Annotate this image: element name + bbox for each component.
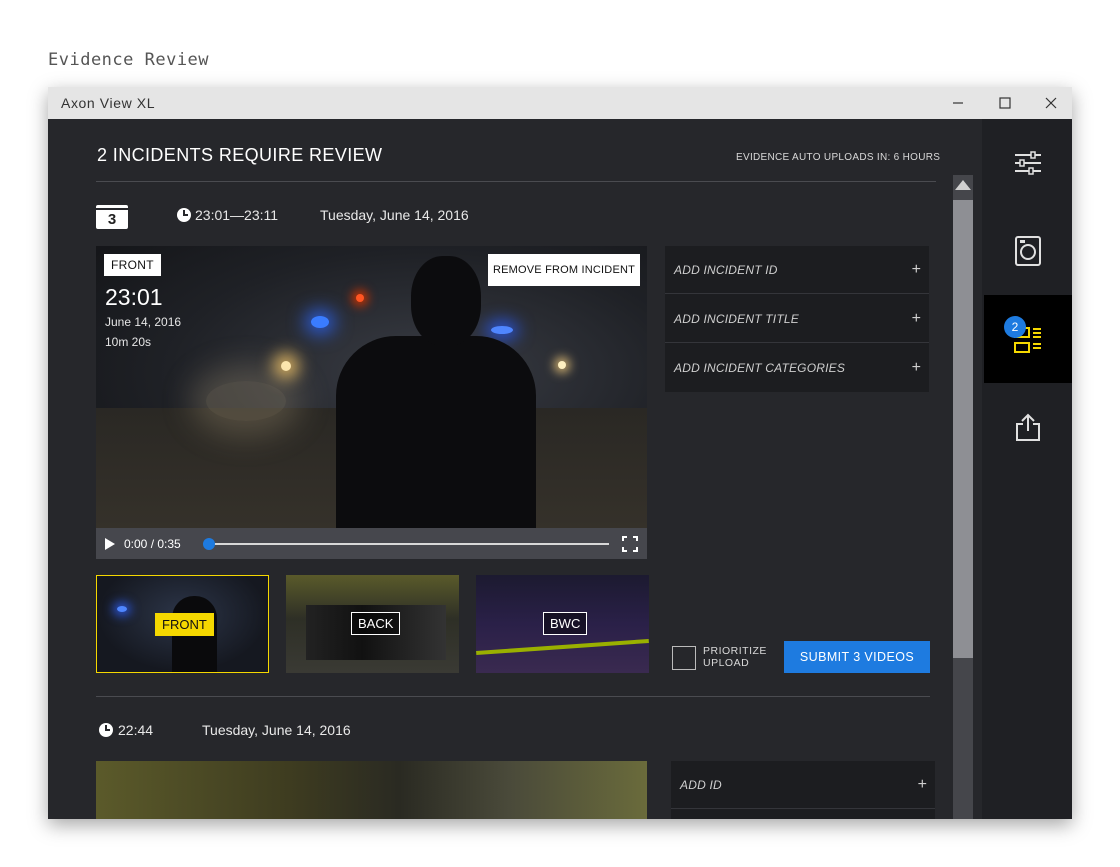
add-incident-id-row[interactable]: ADD INCIDENT ID +: [665, 246, 929, 294]
progress-knob[interactable]: [203, 538, 215, 550]
police-light: [117, 606, 127, 612]
video-duration: 10m 20s: [105, 335, 152, 349]
camera-tag: FRONT: [104, 254, 161, 276]
police-light: [356, 294, 364, 302]
incident-metadata-panel: ADD INCIDENT ID + ADD INCIDENT TITLE + A…: [665, 246, 929, 392]
add-incident-title-label: ADD INCIDENT TITLE: [674, 311, 799, 326]
video-controls: 0:00 / 0:35: [96, 528, 647, 559]
thumbnail-label-back: BACK: [351, 612, 401, 635]
sidebar-item-incidents[interactable]: 2: [984, 295, 1072, 383]
headlight: [558, 361, 566, 369]
incident2-metadata-panel: ADD ID +: [671, 761, 935, 819]
thumbnail-label-front: FRONT: [155, 613, 214, 636]
headlight: [281, 361, 291, 371]
camera-icon: [1015, 236, 1041, 266]
sidebar-item-camera[interactable]: [984, 207, 1072, 295]
thumbnail-bwc[interactable]: BWC: [476, 575, 649, 673]
police-light: [491, 326, 513, 334]
clock-icon: [177, 208, 191, 222]
play-icon[interactable]: [105, 538, 115, 550]
person-silhouette: [336, 336, 536, 528]
incident2-video-preview[interactable]: [96, 761, 647, 819]
review-content: 2 INCIDENTS REQUIRE REVIEW EVIDENCE AUTO…: [48, 119, 982, 819]
video-date: June 14, 2016: [105, 315, 182, 329]
plus-icon[interactable]: +: [912, 310, 921, 328]
police-light: [311, 316, 329, 328]
title-bar: Axon View XL: [48, 87, 1072, 119]
video-count: 3: [107, 211, 117, 228]
close-button[interactable]: [1041, 93, 1061, 113]
plus-icon[interactable]: +: [912, 261, 921, 279]
maximize-button[interactable]: [995, 93, 1015, 113]
page-heading: Evidence Review: [48, 50, 210, 70]
time-readout: 0:00 / 0:35: [124, 537, 181, 551]
sidebar: 2: [982, 119, 1072, 819]
share-icon: [1016, 413, 1040, 441]
submit-videos-button[interactable]: SUBMIT 3 VIDEOS: [784, 641, 930, 673]
incident-time-range: 23:01—23:11: [195, 207, 279, 223]
add-incident-categories-row[interactable]: ADD INCIDENT CATEGORIES +: [665, 344, 929, 392]
prioritize-upload-checkbox[interactable]: [672, 646, 696, 670]
add-id-label: ADD ID: [680, 777, 722, 792]
incident2-date: Tuesday, June 14, 2016: [202, 722, 351, 738]
minimize-button[interactable]: [948, 93, 968, 113]
thumbnail-front[interactable]: FRONT: [96, 575, 269, 673]
plus-icon[interactable]: +: [918, 776, 927, 794]
incident2-time: 22:44: [118, 722, 154, 738]
tape-line: [476, 638, 649, 656]
plus-icon[interactable]: +: [912, 359, 921, 377]
video-count-calendar-icon: 3: [96, 205, 128, 229]
thumbnail-back[interactable]: BACK: [286, 575, 459, 673]
minimize-icon: [953, 102, 963, 104]
add-incident-title-row[interactable]: ADD INCIDENT TITLE +: [665, 295, 929, 343]
fullscreen-icon[interactable]: [622, 536, 638, 552]
video-time: 23:01: [105, 284, 163, 310]
sliders-icon: [1015, 151, 1041, 175]
remove-from-incident-button[interactable]: REMOVE FROM INCIDENT: [488, 254, 640, 286]
window-title: Axon View XL: [61, 95, 156, 111]
page-title: 2 INCIDENTS REQUIRE REVIEW: [97, 145, 383, 165]
clock-icon: [99, 723, 113, 737]
person-silhouette-head: [411, 256, 481, 346]
add-id-row[interactable]: ADD ID +: [671, 761, 935, 809]
app-window: Axon View XL 2 INCIDENTS REQUIRE REVIEW …: [48, 87, 1072, 819]
header-divider: [96, 181, 936, 182]
auto-upload-notice: EVIDENCE AUTO UPLOADS IN: 6 HOURS: [736, 152, 941, 163]
add-incident-categories-label: ADD INCIDENT CATEGORIES: [674, 361, 846, 375]
incident-date: Tuesday, June 14, 2016: [320, 207, 469, 223]
maximize-icon: [999, 97, 1011, 109]
add-incident-id-label: ADD INCIDENT ID: [674, 262, 778, 277]
close-icon: [1045, 97, 1057, 109]
incident-divider: [96, 696, 930, 697]
sidebar-item-share[interactable]: [984, 383, 1072, 471]
sidebar-item-settings[interactable]: [984, 119, 1072, 207]
scroll-thumb[interactable]: [953, 200, 973, 658]
video-preview[interactable]: FRONT 23:01 June 14, 2016 10m 20s REMOVE…: [96, 246, 647, 528]
incident-count-badge: 2: [1004, 316, 1026, 338]
prioritize-upload-label: PRIORITIZE UPLOAD: [703, 645, 767, 669]
smoke-haze: [206, 381, 286, 421]
scroll-up-icon[interactable]: [955, 180, 971, 190]
progress-track[interactable]: [209, 543, 609, 545]
thumbnail-label-bwc: BWC: [543, 612, 588, 635]
vertical-scrollbar[interactable]: [953, 175, 973, 819]
